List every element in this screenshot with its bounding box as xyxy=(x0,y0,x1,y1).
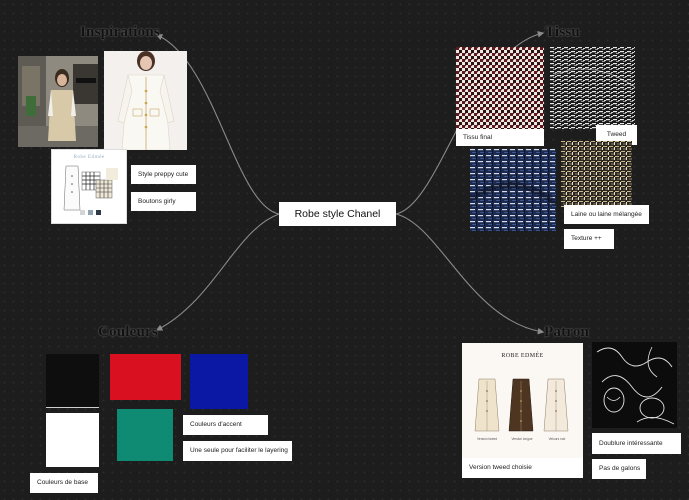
lining-fabric[interactable] xyxy=(592,342,677,428)
swatch-blue[interactable] xyxy=(190,354,248,409)
note-couleurs-accent[interactable]: Couleurs d'accent xyxy=(183,415,268,435)
swatch-black[interactable] xyxy=(46,354,99,408)
note-style-preppy-cute[interactable]: Style preppy cute xyxy=(131,165,196,184)
note-laine-melangee[interactable]: Laine ou laine mélangée xyxy=(564,205,649,224)
note-layering[interactable]: Une seule pour faciliter le layering xyxy=(183,441,292,461)
fabric-gold-tweed[interactable] xyxy=(561,141,632,207)
note-pas-de-galons[interactable]: Pas de galons xyxy=(592,459,646,479)
note-texture[interactable]: Texture ++ xyxy=(564,229,614,249)
branch-title-patron[interactable]: Patron xyxy=(544,324,589,341)
fabric-black-white-tweed[interactable] xyxy=(550,47,635,129)
fabric-houndstooth[interactable] xyxy=(456,47,544,129)
swatch-white[interactable] xyxy=(46,413,99,467)
note-doublure[interactable]: Doublure intéressante xyxy=(592,433,681,454)
inspiration-photo-street[interactable] xyxy=(18,56,98,147)
inspiration-photo-jacket[interactable] xyxy=(104,51,187,150)
note-couleurs-de-base[interactable]: Couleurs de base xyxy=(30,473,98,493)
inspiration-pattern-card[interactable]: Robe Edmée xyxy=(51,149,127,224)
patron-variant-3: Velours noir xyxy=(548,437,566,441)
note-version-tweed[interactable]: Version tweed choisie xyxy=(462,458,583,478)
note-tissu-final[interactable]: Tissu final xyxy=(456,129,544,146)
connector-patron xyxy=(395,213,545,335)
patron-variant-1: Version tweed xyxy=(476,437,498,441)
note-boutons-girly[interactable]: Boutons girly xyxy=(131,192,196,211)
fabric-blue-tweed[interactable] xyxy=(470,149,556,231)
branch-title-couleurs[interactable]: Couleurs xyxy=(98,324,158,341)
patron-variant-2: Version longue xyxy=(511,437,533,441)
connector-couleurs xyxy=(155,213,280,331)
swatch-teal[interactable] xyxy=(117,409,173,461)
patron-pattern-card[interactable]: ROBE EDMÉE Version tweed Version longue … xyxy=(462,343,583,458)
central-topic[interactable]: Robe style Chanel xyxy=(279,202,396,226)
branch-title-tissu[interactable]: Tissu xyxy=(545,24,580,41)
swatch-red[interactable] xyxy=(110,354,181,400)
branch-title-inspirations[interactable]: Inspirations xyxy=(80,24,160,41)
